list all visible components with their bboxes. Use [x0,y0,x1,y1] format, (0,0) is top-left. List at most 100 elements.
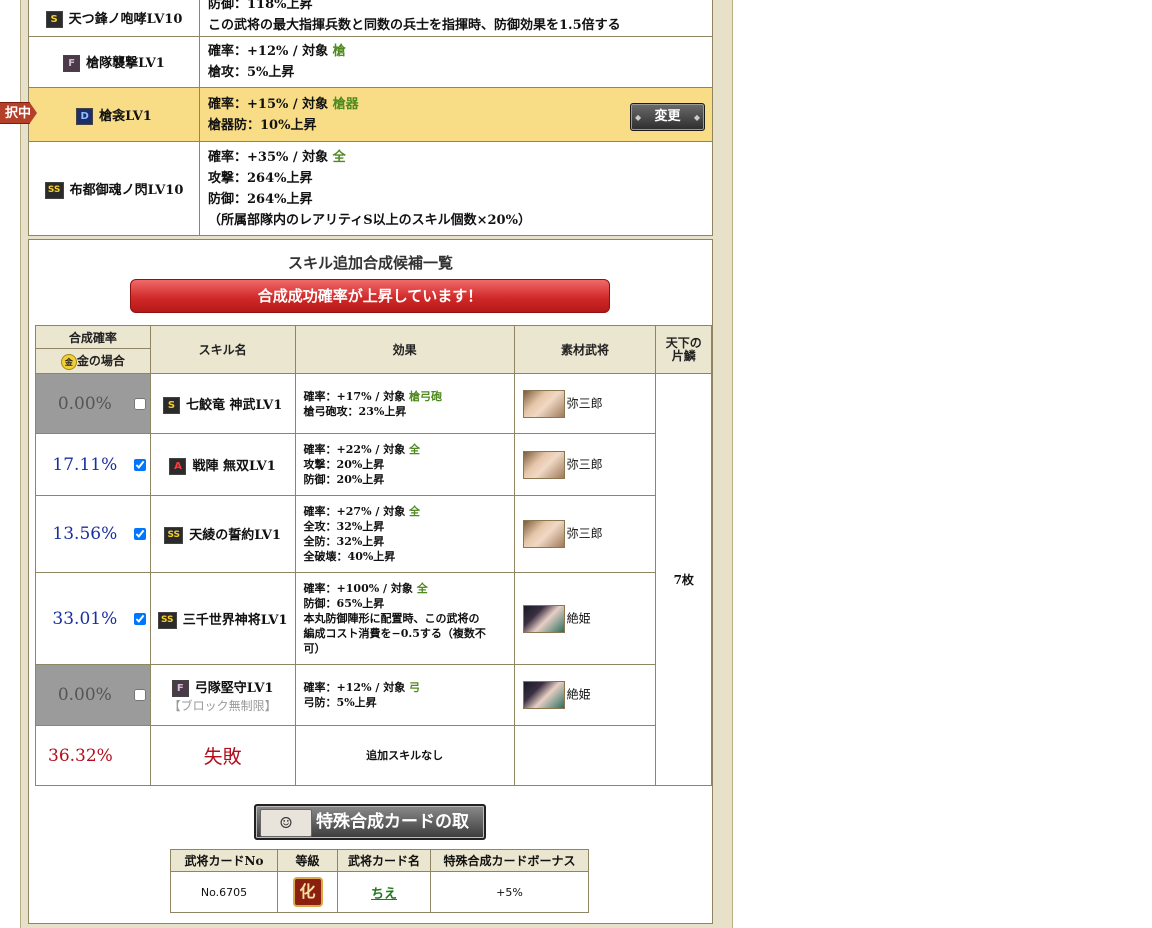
skill-row-selected[interactable]: D 槍衾LV1 確率：+15% / 対象 槍器 槍器防：10%上昇 [28,87,713,142]
header-tenka: 天下の 片鱗 [655,325,712,374]
material-cell-empty [513,725,657,786]
header-row: 合成確率 スキル名 効果 素材武将 天下の 片鱗 [35,325,712,374]
no-additional-skill: 追加スキルなし [294,725,515,786]
card-face-icon: ☺ [260,809,312,837]
rate-cell: 13.56% [35,495,151,573]
skill-name-cell: A 戦陣 無双LV1 [149,433,296,496]
skill-name-cell: F 弓隊堅守LV1 【ブロック無制限】 [149,664,296,726]
candidate-row: 0.00% F 弓隊堅守LV1 【ブロック無制限】 確率：+12% / 対象 弓 … [35,664,712,726]
material-cell: 弥三郎 [513,495,657,573]
material-cell: 弥三郎 [513,433,657,496]
skill-name-cell: SS 天綾の誓約LV1 [149,495,296,573]
header-material: 素材武将 [513,325,657,374]
rate-cell: 33.01% [35,572,151,665]
rarity-f-icon: F [63,55,81,72]
failure-rate: 36.32% [35,725,151,786]
skill-row: S 天つ鋒ノ咆哮LV10 防御：118%上昇 この武将の最大指揮兵数と同数の兵士を… [28,0,713,37]
candidate-table: 合成確率 スキル名 効果 素材武将 天下の 片鱗 金金の場合 0.00% S 七鮫竜… [35,325,712,786]
target-text: 槍器 [332,96,359,112]
target-text: 弓 [409,681,421,694]
gold-coin-icon: 金 [60,353,77,370]
rate-cell: 0.00% [35,664,151,726]
general-portrait [522,604,565,633]
skill-name-cell: F 槍隊襲撃LV1 [28,36,200,88]
general-portrait [522,389,565,418]
rarity-s-icon: S [162,396,180,414]
effect-line: 防御：264%上昇 [208,191,313,207]
block-unlimited-note: 【ブロック無制限】 [168,698,277,713]
rate-value: 0.00% [57,393,112,414]
effect-line: 防御：118%上昇 [208,0,313,12]
material-cell: 弥三郎 [513,373,657,434]
target-text: 槍弓砲 [409,389,443,403]
rarity-f-icon: F [171,679,189,697]
effect-cell: 確率：+100% / 対象 全 防御：65%上昇 本丸防御陣形に配置時、この武将… [294,572,515,665]
general-portrait [522,520,565,548]
rate-value: 0.00% [57,685,112,705]
effect-line: 攻撃：264%上昇 [208,170,313,186]
failure-row: 36.32% 失敗 追加スキルなし [35,725,712,786]
candidate-row: 17.11% A 戦陣 無双LV1 確率：+22% / 対象 全 攻撃：20%上昇… [35,433,712,496]
card-name-link[interactable]: ちえ [371,887,397,902]
card-header-row: 武将カードNo 等級 武将カード名 特殊合成カードボーナス [170,849,589,872]
skill-effect-cell: 防御：118%上昇 この武将の最大指揮兵数と同数の兵士を指揮時、防御効果を1.5… [199,0,713,37]
general-portrait [522,450,565,479]
include-checkbox[interactable] [133,458,146,471]
special-card-table: 武将カードNo 等級 武将カード名 特殊合成カードボーナス No.6705 化 … [170,849,589,913]
rate-value: 33.01% [52,608,118,629]
rate-cell: 17.11% [35,433,151,496]
card-row: No.6705 化 ちえ +5% [170,871,589,913]
effect-cell: 確率：+12% / 対象 弓 弓防：5%上昇 [294,664,515,726]
skill-name: 槍衾LV1 [99,108,152,124]
skill-name-cell: SS 布都御魂ノ閃LV10 [28,141,200,236]
card-name-cell: ちえ [337,871,431,913]
skill-name: 天つ鋒ノ咆哮LV10 [68,12,183,27]
target-text: 全 [332,149,346,165]
header-effect: 効果 [294,325,515,374]
rarity-s-icon: S [45,11,63,28]
skill-name: 槍隊襲撃LV1 [86,56,165,71]
target-text: 全 [416,582,428,595]
failure-label: 失敗 [149,725,296,786]
tenka-cell: 7枚 [655,373,712,786]
rate-up-banner: 合成成功確率が上昇しています！ [130,279,610,313]
target-text: 全 [409,443,421,456]
general-portrait [522,681,565,709]
skill-name-cell: S 天つ鋒ノ咆哮LV10 [28,0,200,37]
card-rank: 化 [277,871,338,913]
include-checkbox[interactable] [133,397,146,410]
header-skill: スキル名 [149,325,296,374]
skill-effect-cell: 確率：+35% / 対象 全 攻撃：264%上昇 防御：264%上昇 （所属部隊… [199,141,713,236]
card-no: No.6705 [170,871,278,913]
material-cell: 絶姫 [513,572,657,665]
cancel-special-card-button[interactable]: ☺ 特殊合成カードの取消 [254,804,486,864]
effect-line: （所属部隊内のレアリティS以上のスキル個数×20%） [208,212,531,228]
change-button[interactable]: 変更 [630,103,705,131]
rate-value: 17.11% [52,454,118,475]
skill-name-cell: D 槍衾LV1 [28,87,200,142]
header-gold-case: 金金の場合 [35,348,151,374]
rank-ka-icon: 化 [292,877,323,907]
rarity-ss-icon: SS [164,527,184,544]
include-checkbox[interactable] [133,689,146,701]
candidate-panel: スキル追加合成候補一覧 合成成功確率が上昇しています！ 合成確率 スキル名 効果… [28,239,713,924]
candidate-row: 0.00% S 七鮫竜 神武LV1 確率：+17% / 対象 槍弓砲 槍弓砲攻：2… [35,373,712,786]
material-cell: 絶姫 [513,664,657,726]
card-bonus: +5% [430,871,589,913]
effect-cell: 確率：+17% / 対象 槍弓砲 槍弓砲攻：23%上昇 [294,373,515,434]
header-rate: 合成確率 [35,325,151,349]
rate-line: 確率：+35% / 対象 全 [208,149,346,165]
current-skills-table: S 天つ鋒ノ咆哮LV10 防御：118%上昇 この武将の最大指揮兵数と同数の兵士を… [28,0,713,236]
rarity-d-icon: D [76,107,94,125]
effect-cell: 確率：+27% / 対象 全 全攻：32%上昇 全防：32%上昇 全破壊：40%… [294,495,515,573]
skill-name: 布都御魂ノ閃LV10 [69,182,184,198]
rarity-a-icon: A [169,457,187,475]
skill-row: F 槍隊襲撃LV1 確率：+12% / 対象 槍 槍攻：5%上昇 [28,36,713,88]
rate-cell: 0.00% [35,373,151,434]
include-checkbox[interactable] [133,528,146,540]
rarity-ss-icon: SS [157,611,177,629]
skill-name-cell: S 七鮫竜 神武LV1 [149,373,296,434]
include-checkbox[interactable] [133,612,146,625]
skill-name-cell: SS 三千世界神将LV1 [149,572,296,665]
rate-value: 13.56% [52,524,118,544]
